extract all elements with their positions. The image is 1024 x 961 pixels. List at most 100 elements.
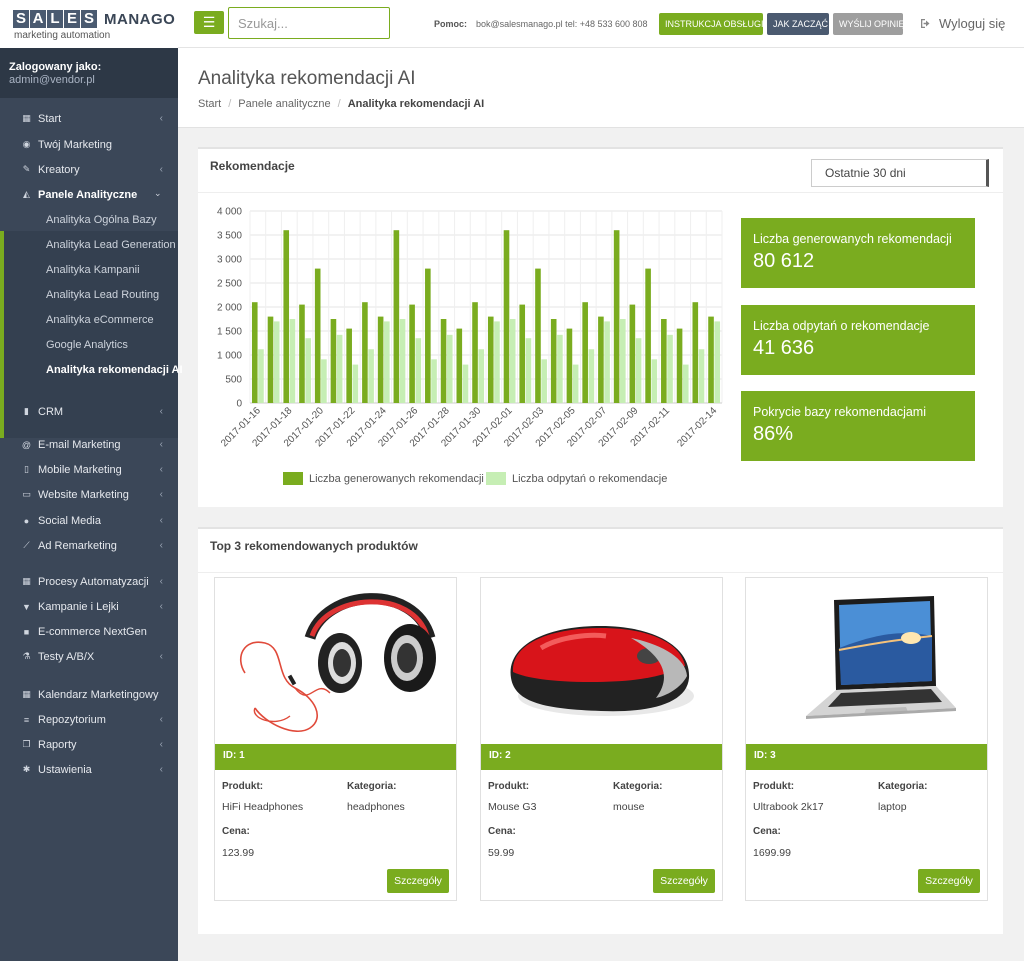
y-tick-label: 4 000 xyxy=(217,207,242,218)
x-tick-label: 2017-02-14 xyxy=(675,405,719,449)
bar-queries xyxy=(321,359,327,403)
sidebar-subitem-analityka-lead-generation[interactable]: Analityka Lead Generation xyxy=(46,233,176,258)
sidebar-item-kreatory[interactable]: ✎ Kreatory ‹ xyxy=(0,157,178,182)
chevron-left-icon: ‹ xyxy=(159,489,163,500)
logo[interactable]: S A L E S MANAGO marketing automation xyxy=(0,0,178,48)
breadcrumb-start[interactable]: Start xyxy=(198,98,221,110)
bar-generated xyxy=(708,316,714,403)
product-image[interactable] xyxy=(481,578,722,744)
menu-toggle-button[interactable]: ☰ xyxy=(194,11,224,34)
stat-queries-value: 41 636 xyxy=(753,337,815,359)
sidebar-subitem-analityka-rekomendacji-ai[interactable]: Analityka rekomendacji AI xyxy=(46,358,183,383)
legend-label[interactable]: Liczba odpytań o rekomendacje xyxy=(512,473,667,485)
filter-icon: ▼ xyxy=(22,601,31,612)
bar-queries xyxy=(525,338,532,403)
sidebar-item-label: Kalendarz Marketingowy xyxy=(38,688,159,701)
product-id: ID: 1 xyxy=(215,744,456,770)
sidebar-item-e-mail-marketing[interactable]: @ E-mail Marketing ‹ xyxy=(0,432,178,457)
hamburger-icon: ☰ xyxy=(202,14,216,30)
page-header: Analityka rekomendacji AI Start / Panele a… xyxy=(178,48,1024,128)
bar-queries xyxy=(541,359,547,403)
bar-queries xyxy=(368,349,374,403)
bar-generated xyxy=(566,328,573,403)
y-tick-label: 1 000 xyxy=(217,351,242,362)
chevron-left-icon: ‹ xyxy=(159,515,163,526)
sidebar-item-website-marketing[interactable]: ▭ Website Marketing ‹ xyxy=(0,482,178,507)
sidebar-item-repozytorium[interactable]: ≡ Repozytorium ‹ xyxy=(0,707,178,732)
product-price: 1699.99 xyxy=(753,847,791,859)
sidebar-item-label: Ad Remarketing xyxy=(38,539,117,552)
legend-label[interactable]: Liczba generowanych rekomendacji xyxy=(309,473,484,485)
bar-queries xyxy=(399,319,406,403)
sidebar-subitem-analityka-kampanii[interactable]: Analityka Kampanii xyxy=(46,258,140,283)
product-price-label: Cena: xyxy=(222,826,250,837)
chevron-left-icon: ‹ xyxy=(159,540,163,551)
product-details-button[interactable]: Szczegóły xyxy=(918,869,980,893)
sidebar-item-ad-remarketing[interactable]: ⟋ Ad Remarketing ‹ xyxy=(0,533,178,558)
bar-generated xyxy=(582,302,588,403)
sidebar-item-label: Kampanie i Lejki xyxy=(38,600,119,613)
y-tick-label: 2 000 xyxy=(217,303,242,314)
sidebar-item-label: Social Media xyxy=(38,514,101,527)
logout-link[interactable]: Wyloguj się xyxy=(920,16,1005,31)
bar-queries xyxy=(667,334,673,403)
sidebar-item-kalendarz-marketingowy[interactable]: ▦ Kalendarz Marketingowy xyxy=(0,682,178,707)
cogs-icon: ✱ xyxy=(22,764,31,774)
sidebar-subitem-analityka-lead-routing[interactable]: Analityka Lead Routing xyxy=(46,283,159,308)
stat-coverage: Pokrycie bazy rekomendacjami 86% xyxy=(741,391,975,461)
product-details-button[interactable]: Szczegóły xyxy=(387,869,449,893)
sidebar-item-tw-j-marketing[interactable]: ◉ Twój Marketing xyxy=(0,132,178,157)
manual-button[interactable]: INSTRUKCJA OBSŁUGI xyxy=(659,13,764,35)
sidebar-item-kampanie-i-lejki[interactable]: ▼ Kampanie i Lejki ‹ xyxy=(0,594,178,619)
logo-subtitle: marketing automation xyxy=(14,30,111,41)
sidebar-item-mobile-marketing[interactable]: ▯ Mobile Marketing ‹ xyxy=(0,457,178,482)
product-category: headphones xyxy=(347,801,405,813)
date-range-select[interactable]: Ostatnie 30 dni xyxy=(811,159,989,187)
bar-generated xyxy=(487,316,494,403)
chevron-left-icon: ‹ xyxy=(159,764,163,775)
product-category-label: Kategoria: xyxy=(347,781,397,792)
sidebar-item-social-media[interactable]: ● Social Media ‹ xyxy=(0,508,178,533)
chevron-left-icon: ‹ xyxy=(159,164,163,175)
chevron-left-icon: ‹ xyxy=(159,739,163,750)
sidebar-item-crm[interactable]: ▮ CRM ‹ xyxy=(0,399,178,424)
sidebar-item-panele-analityczne[interactable]: ◭ Panele Analityczne xyxy=(0,182,178,207)
search-input[interactable] xyxy=(228,7,390,39)
bar-generated xyxy=(330,319,337,403)
sidebar-item-e-commerce-nextgen[interactable]: ■ E-commerce NextGen xyxy=(0,619,178,644)
send-feedback-button[interactable]: WYŚLIJ OPINIĘ xyxy=(833,13,905,35)
sidebar-item-raporty[interactable]: ❐ Raporty ‹ xyxy=(0,732,178,757)
sidebar-subitem-analityka-ecommerce[interactable]: Analityka eCommerce xyxy=(46,308,154,333)
product-image[interactable] xyxy=(746,578,987,744)
breadcrumb-panele[interactable]: Panele analityczne xyxy=(238,98,330,110)
sidebar-item-label: E-mail Marketing xyxy=(38,438,121,451)
product-image[interactable] xyxy=(215,578,456,744)
product-details-button[interactable]: Szczegóły xyxy=(653,869,715,893)
copy-icon: ❐ xyxy=(22,739,31,749)
product-name: HiFi Headphones xyxy=(222,801,304,813)
product-name: Mouse G3 xyxy=(488,801,537,813)
sidebar-item-procesy-automatyzacji[interactable]: ▦ Procesy Automatyzacji ‹ xyxy=(0,569,178,594)
sidebar-item-label: E-commerce NextGen xyxy=(38,625,147,638)
sidebar-item-label: Website Marketing xyxy=(38,488,129,501)
main-content: Analityka rekomendacji AI Start / Panele a… xyxy=(178,48,1024,961)
lock-icon: ■ xyxy=(23,626,30,637)
sidebar-subitem-google-analytics[interactable]: Google Analytics xyxy=(46,333,128,358)
bar-queries xyxy=(714,321,721,403)
product-category-label: Kategoria: xyxy=(878,781,928,792)
database-icon: ≡ xyxy=(23,714,30,725)
bar-queries xyxy=(698,349,705,403)
bar-generated xyxy=(629,304,636,403)
sidebar-item-start[interactable]: ▦ Start ‹ xyxy=(0,106,178,131)
sidebar-item-testy-a-b-x[interactable]: ⚗ Testy A/B/X ‹ xyxy=(0,644,178,669)
bar-queries xyxy=(431,359,437,403)
sidebar-item-ustawienia[interactable]: ✱ Ustawienia ‹ xyxy=(0,757,178,782)
at-icon: @ xyxy=(21,439,32,450)
bar-generated xyxy=(503,230,510,403)
product-card: ID: 1 Produkt: Kategoria: HiFi Headphones he… xyxy=(214,577,457,901)
users-icon: ● xyxy=(23,515,30,526)
sidebar-subitem-analityka-og-lna-bazy[interactable]: Analityka Ogólna Bazy xyxy=(46,208,157,233)
how-to-start-button[interactable]: JAK ZACZĄĆ xyxy=(767,13,829,35)
bar-queries xyxy=(336,334,343,403)
chevron-left-icon: ‹ xyxy=(159,464,163,475)
